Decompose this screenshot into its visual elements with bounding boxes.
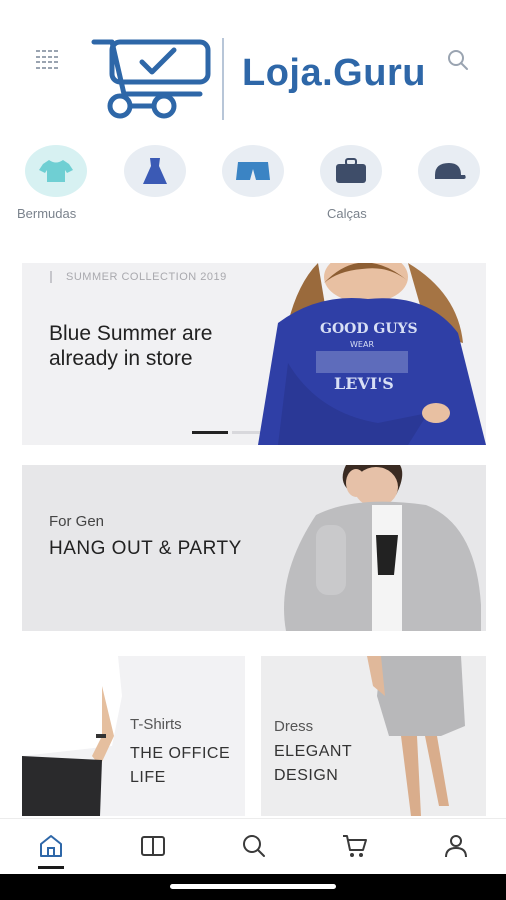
svg-text:LEVI'S: LEVI'S bbox=[334, 374, 394, 393]
bag-icon bbox=[336, 158, 366, 183]
profile-icon[interactable] bbox=[443, 833, 469, 859]
category-label: Calças bbox=[327, 206, 367, 221]
category-shorts[interactable] bbox=[222, 145, 286, 201]
system-gesture-bar bbox=[0, 874, 506, 900]
model-photo-blue-sweater: GOOD GUYS WEAR LEVI'S bbox=[258, 263, 486, 445]
category-caps[interactable] bbox=[418, 145, 482, 201]
category-strip: Bermudas Calças bbox=[0, 145, 506, 225]
banner-subtitle: Dress bbox=[274, 718, 314, 735]
bottom-navigation bbox=[0, 818, 506, 874]
shirt-icon bbox=[39, 160, 73, 182]
dress-banner[interactable]: Dress ELEGANT DESIGN bbox=[261, 656, 486, 816]
banner-subtitle: For Gen bbox=[49, 513, 105, 530]
cap-icon bbox=[435, 163, 466, 179]
active-tab-indicator bbox=[38, 866, 64, 869]
party-banner[interactable]: For Gen HANG OUT & PARTY bbox=[22, 465, 486, 631]
banner-title: Blue Summer are already in store bbox=[49, 322, 213, 370]
banner-subtitle: T-Shirts bbox=[130, 716, 182, 733]
home-icon[interactable] bbox=[38, 833, 64, 859]
model-photo-white-tshirt bbox=[22, 656, 122, 816]
banner-eyebrow: SUMMER COLLECTION 2019 bbox=[50, 271, 227, 283]
app-header: Loja.Guru bbox=[0, 0, 506, 140]
model-photo-grey-dress bbox=[367, 656, 465, 816]
grid-menu-icon[interactable] bbox=[36, 50, 58, 70]
dress-icon bbox=[143, 158, 167, 184]
tshirts-banner[interactable]: T-Shirts THE OFFICE LIFE bbox=[22, 656, 245, 816]
svg-text:WEAR: WEAR bbox=[350, 340, 374, 349]
banner-title: THE OFFICE LIFE bbox=[130, 745, 231, 786]
home-gesture-handle[interactable] bbox=[170, 884, 336, 889]
banner-title: HANG OUT & PARTY bbox=[49, 538, 242, 559]
category-dresses[interactable] bbox=[124, 145, 188, 201]
category-label: Bermudas bbox=[17, 206, 77, 221]
svg-text:GOOD GUYS: GOOD GUYS bbox=[320, 321, 418, 337]
summer-collection-banner[interactable]: SUMMER COLLECTION 2019 Blue Summer are a… bbox=[22, 263, 486, 445]
catalog-icon[interactable] bbox=[140, 833, 166, 859]
category-calcas[interactable] bbox=[320, 145, 384, 201]
search-icon[interactable] bbox=[446, 48, 470, 72]
cart-icon[interactable] bbox=[342, 833, 368, 859]
slider-indicator-active[interactable] bbox=[192, 431, 228, 434]
category-bermudas[interactable] bbox=[25, 145, 89, 201]
shorts-icon bbox=[236, 162, 270, 180]
model-photo-grey-jacket bbox=[284, 465, 481, 631]
brand-name: Loja.Guru bbox=[242, 52, 426, 94]
banner-title: ELEGANT DESIGN bbox=[274, 743, 352, 784]
search-icon[interactable] bbox=[241, 833, 267, 859]
